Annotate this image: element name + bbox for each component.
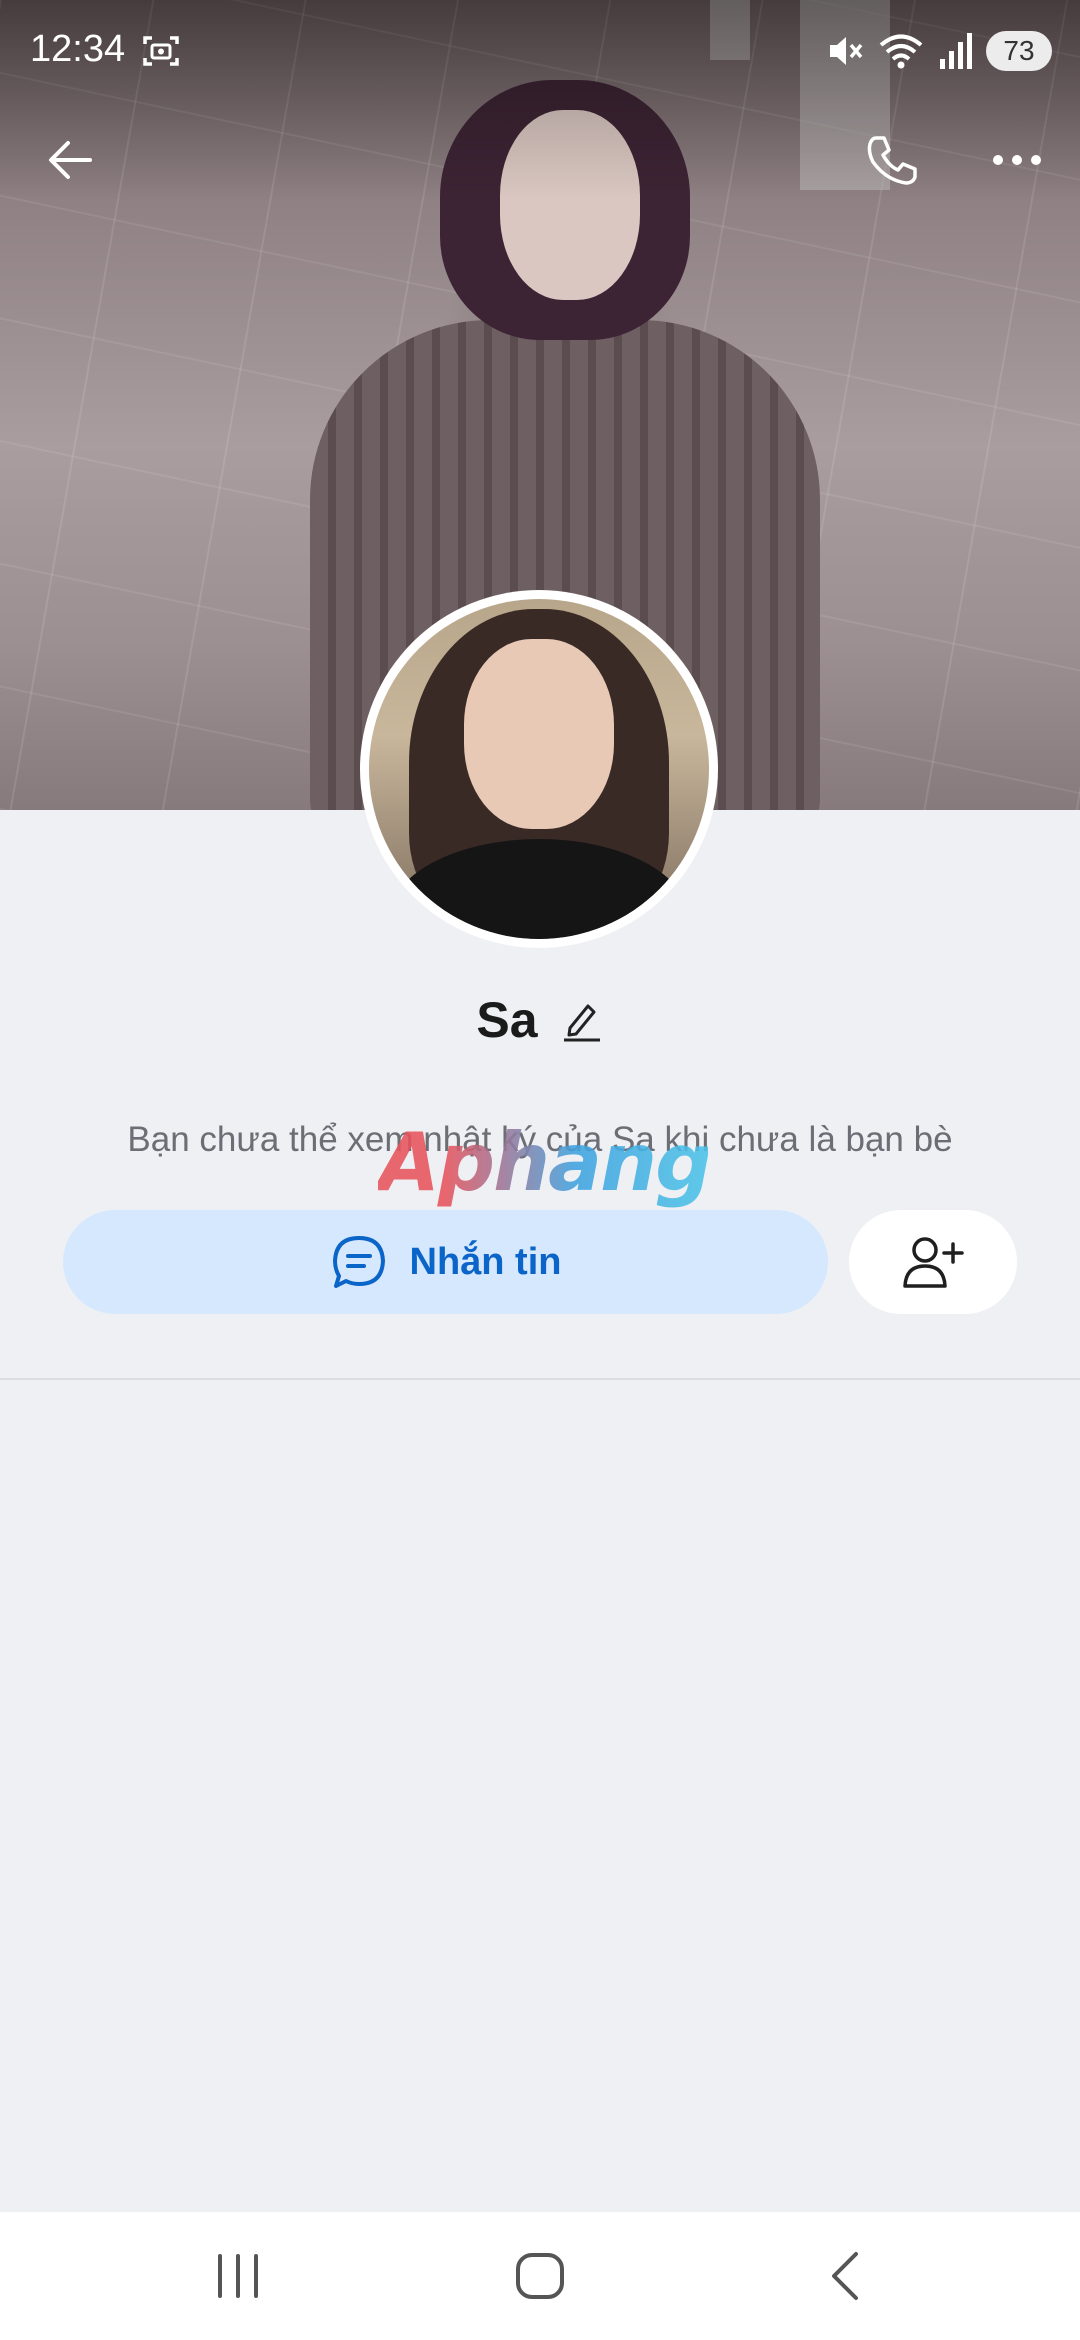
system-nav-bar — [0, 2212, 1080, 2340]
watermark-logo: Aphang — [378, 1116, 712, 1209]
phone-call-icon[interactable] — [862, 130, 922, 190]
status-time: 12:34 — [30, 28, 126, 70]
screenshot-capture-icon — [143, 36, 179, 66]
wifi-icon — [879, 34, 923, 69]
back-arrow-icon[interactable] — [40, 130, 100, 190]
nav-back-icon[interactable] — [820, 2248, 870, 2304]
name-row: Sa — [0, 985, 1080, 1055]
message-button-label: Nhắn tin — [409, 1240, 562, 1283]
profile-name: Sa — [476, 992, 538, 1048]
profile-screen: 12:34 73 Sa Bạn chưa thể chưa là bạn bè … — [0, 0, 1080, 2340]
add-friend-icon — [903, 1237, 964, 1288]
status-bar: 12:34 73 — [0, 0, 1080, 100]
chat-bubble-icon — [332, 1236, 385, 1288]
edit-pencil-icon[interactable] — [560, 998, 604, 1042]
recents-icon[interactable] — [210, 2252, 266, 2300]
mute-icon — [830, 37, 863, 65]
message-button[interactable]: Nhắn tin — [63, 1210, 828, 1314]
signal-icon — [940, 33, 972, 69]
home-icon[interactable] — [512, 2250, 568, 2302]
more-dots-icon[interactable] — [990, 140, 1044, 180]
avatar[interactable] — [360, 590, 718, 948]
avatar-photo — [369, 599, 709, 939]
add-friend-button[interactable] — [849, 1210, 1017, 1314]
section-divider — [0, 1378, 1080, 1380]
battery-icon: 73 — [986, 31, 1052, 71]
